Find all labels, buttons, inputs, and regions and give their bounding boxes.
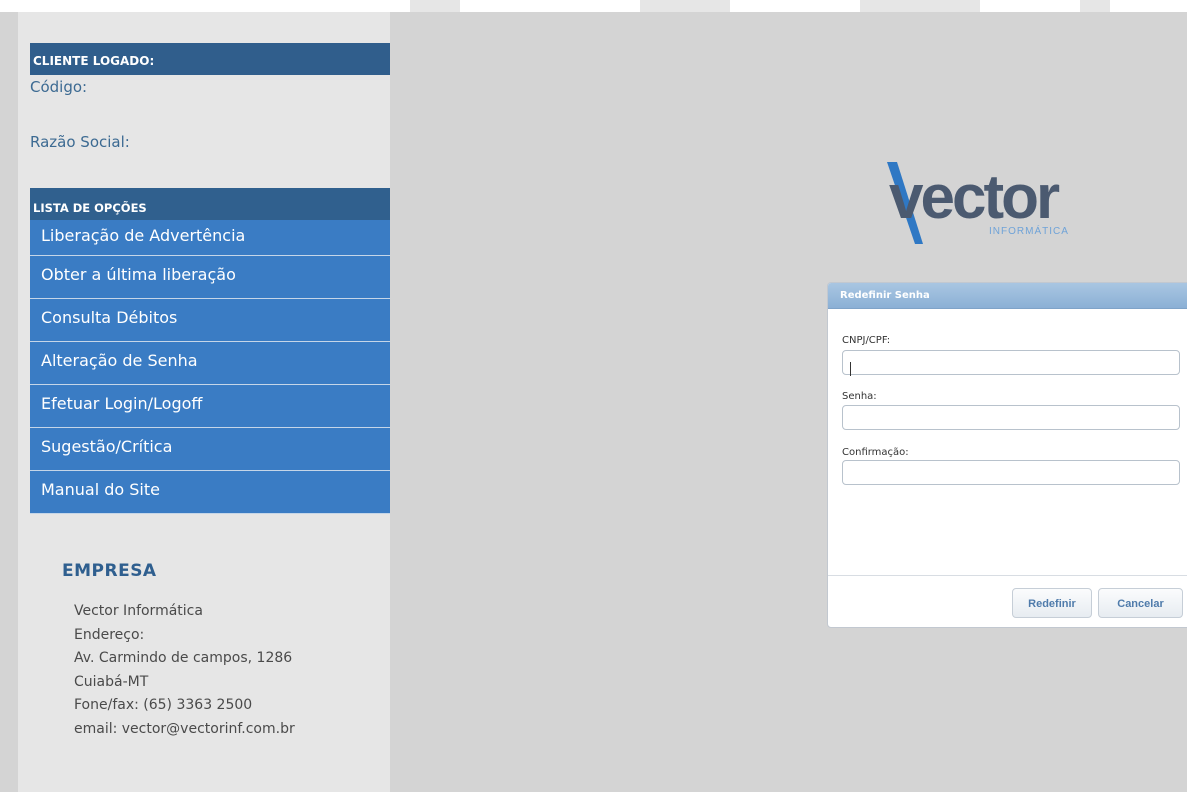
empresa-email[interactable]: email: vector@vectorinf.com.br (74, 718, 295, 742)
logo-sub-text: INFORMÁTICA (989, 224, 1069, 237)
top-shade (640, 0, 730, 12)
vector-logo: vector INFORMÁTICA (883, 160, 1113, 250)
menu-item-liberacao-advertencia[interactable]: Liberação de Advertência (30, 220, 390, 256)
menu-item-alteracao-senha[interactable]: Alteração de Senha (30, 342, 390, 385)
empresa-title: EMPRESA (62, 561, 157, 581)
dialog-title: Redefinir Senha (828, 283, 1187, 309)
logo-main-text: vector (889, 163, 1060, 232)
empresa-line: Av. Carmindo de campos, 1286 (74, 650, 293, 666)
empresa-line: Cuiabá-MT (74, 673, 149, 690)
menu-item-manual-site[interactable]: Manual do Site (30, 471, 390, 514)
senha-label: Senha: (842, 391, 877, 402)
options-menu: Liberação de Advertência Obter a última … (30, 220, 390, 514)
empresa-line: Vector Informática (74, 603, 203, 619)
cancelar-button[interactable]: Cancelar (1098, 588, 1183, 618)
menu-item-ultima-liberacao[interactable]: Obter a última liberação (30, 256, 390, 299)
options-header: LISTA DE OPÇÕES (30, 188, 390, 220)
redefinir-button[interactable]: Redefinir (1012, 588, 1092, 618)
menu-item-consulta-debitos[interactable]: Consulta Débitos (30, 299, 390, 342)
confirmacao-input[interactable] (842, 460, 1180, 485)
top-shade (410, 0, 460, 12)
top-shade (1080, 0, 1110, 12)
client-header: CLIENTE LOGADO: (30, 43, 390, 75)
codigo-label: Código: (30, 78, 88, 96)
menu-item-login-logoff[interactable]: Efetuar Login/Logoff (30, 385, 390, 428)
dialog-separator (828, 575, 1187, 576)
menu-item-sugestao-critica[interactable]: Sugestão/Crítica (30, 428, 390, 471)
top-strip (0, 0, 1187, 12)
vector-logo-graphic: vector INFORMÁTICA (887, 162, 1069, 244)
top-shade (860, 0, 980, 12)
sidebar: CLIENTE LOGADO: Código: Razão Social: LI… (18, 12, 390, 792)
cnpj-cpf-input[interactable] (842, 350, 1180, 375)
cnpj-cpf-label: CNPJ/CPF: (842, 335, 891, 346)
razao-social-label: Razão Social: (30, 133, 130, 151)
confirmacao-label: Confirmação: (842, 447, 909, 458)
reset-password-dialog: Redefinir Senha CNPJ/CPF: Senha: Confirm… (827, 282, 1187, 628)
empresa-line: Fone/fax: (65) 3363 2500 (74, 697, 253, 713)
empresa-info: Vector Informática Endereço: Av. Carmind… (74, 600, 295, 741)
senha-input[interactable] (842, 405, 1180, 430)
text-caret (850, 362, 851, 376)
empresa-section: EMPRESA Vector Informática Endereço: Av.… (30, 532, 390, 792)
empresa-line: Endereço: (74, 626, 145, 643)
